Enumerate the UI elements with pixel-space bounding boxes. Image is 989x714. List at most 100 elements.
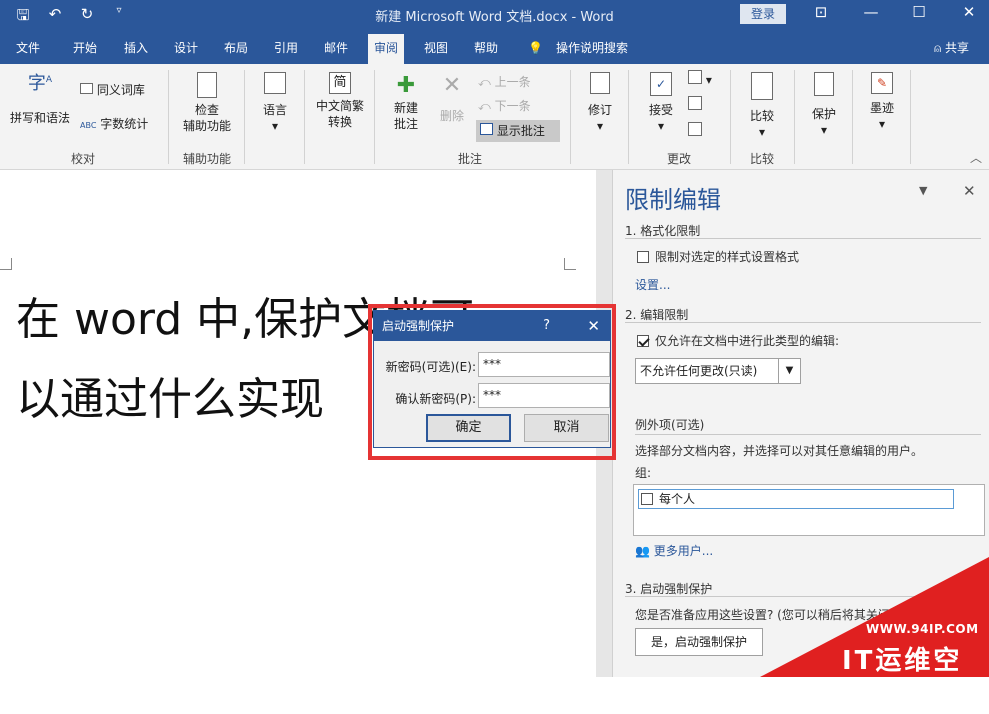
track-changes-label: 修订 <box>587 103 612 117</box>
thesaurus-button[interactable]: 同义词库 <box>80 82 145 98</box>
prev-comment-icon: ⤺ <box>478 75 495 89</box>
next-comment-icon: ⤺ <box>478 99 495 113</box>
group-divider <box>628 70 629 164</box>
new-comment-label-2: 批注 <box>393 117 418 131</box>
compare-button[interactable]: 比较 ▾ <box>740 72 784 140</box>
more-users-link[interactable]: 👥 更多用户... <box>635 542 713 559</box>
ribbon-tabs: 文件 开始 插入 设计 布局 引用 邮件 审阅 视图 帮助 💡 操作说明搜索 ⍝… <box>0 30 989 64</box>
watermark-logo: IT运维空间 <box>842 646 963 713</box>
next-change-icon <box>688 122 702 136</box>
new-comment-icon: ✚ <box>396 73 416 98</box>
check-accessibility-label-1: 检查 <box>194 103 219 117</box>
tab-view[interactable]: 视图 <box>424 30 448 64</box>
next-comment-button[interactable]: ⤺ 下一条 <box>478 98 531 114</box>
thesaurus-label: 同义词库 <box>96 83 145 97</box>
delete-comment-button[interactable]: ✕ 删除 <box>432 72 472 124</box>
chevron-down-icon[interactable]: ▼ <box>778 359 800 383</box>
check-accessibility-label-2: 辅助功能 <box>182 119 231 133</box>
word-count-button[interactable]: ABC 字数统计 <box>80 116 148 134</box>
spelling-icon: 字A <box>27 73 53 94</box>
login-button[interactable]: 登录 <box>740 4 786 24</box>
close-icon[interactable]: ✕ <box>954 3 984 21</box>
format-restrict-checkbox[interactable]: 限制对选定的样式设置格式 <box>637 248 799 265</box>
dropdown-arrow-icon: ▾ <box>758 125 766 139</box>
maximize-icon[interactable]: ☐ <box>904 3 934 21</box>
divider <box>625 322 981 323</box>
pane-options-icon[interactable]: ▼ <box>919 184 927 197</box>
accept-button[interactable]: ✓ 接受 ▾ <box>640 72 682 134</box>
previous-change-button[interactable] <box>688 96 702 114</box>
show-comments-label: 显示批注 <box>496 124 545 138</box>
word-count-label: 字数统计 <box>100 117 149 131</box>
delete-comment-icon: ✕ <box>442 73 462 98</box>
reject-button[interactable]: ▾ <box>688 70 712 88</box>
chinese-convert-button[interactable]: 简 中文简繁 转换 <box>310 72 370 130</box>
group-divider <box>570 70 571 164</box>
collapse-ribbon-icon[interactable]: ︿ <box>970 150 982 166</box>
settings-link[interactable]: 设置... <box>635 276 670 293</box>
pane-title: 限制编辑 <box>625 186 721 214</box>
ribbon-display-icon[interactable]: ⊡ <box>806 3 836 21</box>
next-change-button[interactable] <box>688 122 702 140</box>
track-changes-button[interactable]: 修订 ▾ <box>578 72 622 134</box>
divider <box>635 434 981 435</box>
person-icon: ⍝ <box>933 41 945 55</box>
title-bar: 🖫 ↶ ↻ ▿ 新建 Microsoft Word 文档.docx - Word… <box>0 0 989 30</box>
dropdown-arrow-icon: ▾ <box>596 119 604 133</box>
language-label: 语言 <box>262 103 287 117</box>
minimize-icon[interactable]: — <box>856 3 886 21</box>
new-comment-button[interactable]: ✚ 新建 批注 <box>384 72 428 132</box>
show-comments-button[interactable]: 显示批注 <box>476 120 560 142</box>
spelling-button[interactable]: 字A 拼写和语法 <box>8 72 72 126</box>
group-divider <box>304 70 305 164</box>
dropdown-arrow-icon: ▾ <box>820 123 828 137</box>
tab-review[interactable]: 审阅 <box>368 34 405 64</box>
compare-icon <box>751 72 773 100</box>
group-divider <box>910 70 911 164</box>
tab-layout[interactable]: 布局 <box>224 30 248 64</box>
dropdown-arrow-icon: ▾ <box>271 119 279 133</box>
groups-label: 组: <box>635 466 652 480</box>
convert-label-1: 中文简繁 <box>315 99 364 113</box>
accept-label: 接受 <box>648 103 673 117</box>
checkbox-checked-icon <box>637 335 649 347</box>
tab-design[interactable]: 设计 <box>174 30 198 64</box>
watermark-url: WWW.94IP.COM <box>866 622 979 636</box>
share-button[interactable]: ⍝ 共享 <box>934 30 969 66</box>
protect-icon <box>814 72 834 96</box>
group-accessibility-label: 辅助功能 <box>182 152 231 166</box>
new-comment-label-1: 新建 <box>393 101 418 115</box>
language-button[interactable]: 语言 ▾ <box>252 72 298 134</box>
language-icon <box>264 72 286 94</box>
tab-file[interactable]: 文件 <box>16 30 40 64</box>
section-enforce-heading: 3. 启动强制保护 <box>625 582 713 596</box>
highlight-frame <box>368 304 616 460</box>
divider <box>625 238 981 239</box>
checkbox-icon[interactable] <box>641 493 653 505</box>
protect-button[interactable]: 保护 ▾ <box>802 72 846 138</box>
previous-change-icon <box>688 96 702 110</box>
edit-type-select[interactable]: 不允许任何更改(只读) ▼ <box>635 358 801 384</box>
ink-button[interactable]: ✎ 墨迹 ▾ <box>860 72 904 132</box>
group-changes-label: 更改 <box>666 152 691 166</box>
group-divider <box>730 70 731 164</box>
crop-mark <box>564 258 576 270</box>
lightbulb-icon: 💡 <box>528 41 543 55</box>
check-accessibility-button[interactable]: 检查 辅助功能 <box>176 72 238 134</box>
pane-close-icon[interactable]: ✕ <box>963 182 976 200</box>
start-enforcing-button[interactable]: 是，启动强制保护 <box>635 628 763 656</box>
tab-help[interactable]: 帮助 <box>474 30 498 64</box>
tab-mailings[interactable]: 邮件 <box>324 30 348 64</box>
tab-home[interactable]: 开始 <box>73 30 97 64</box>
ink-icon: ✎ <box>871 72 893 94</box>
tab-insert[interactable]: 插入 <box>124 30 148 64</box>
group-item-everyone[interactable]: 每个人 <box>638 489 954 509</box>
edit-restrict-checkbox[interactable]: 仅允许在文档中进行此类型的编辑: <box>637 332 839 349</box>
tab-references[interactable]: 引用 <box>274 30 298 64</box>
prev-comment-button[interactable]: ⤺ 上一条 <box>478 74 531 90</box>
tell-me-search[interactable]: 操作说明搜索 <box>556 30 628 64</box>
prev-comment-label: 上一条 <box>494 75 531 89</box>
accept-icon: ✓ <box>650 72 672 96</box>
checkbox-icon <box>637 251 649 263</box>
spelling-label: 拼写和语法 <box>9 111 70 125</box>
